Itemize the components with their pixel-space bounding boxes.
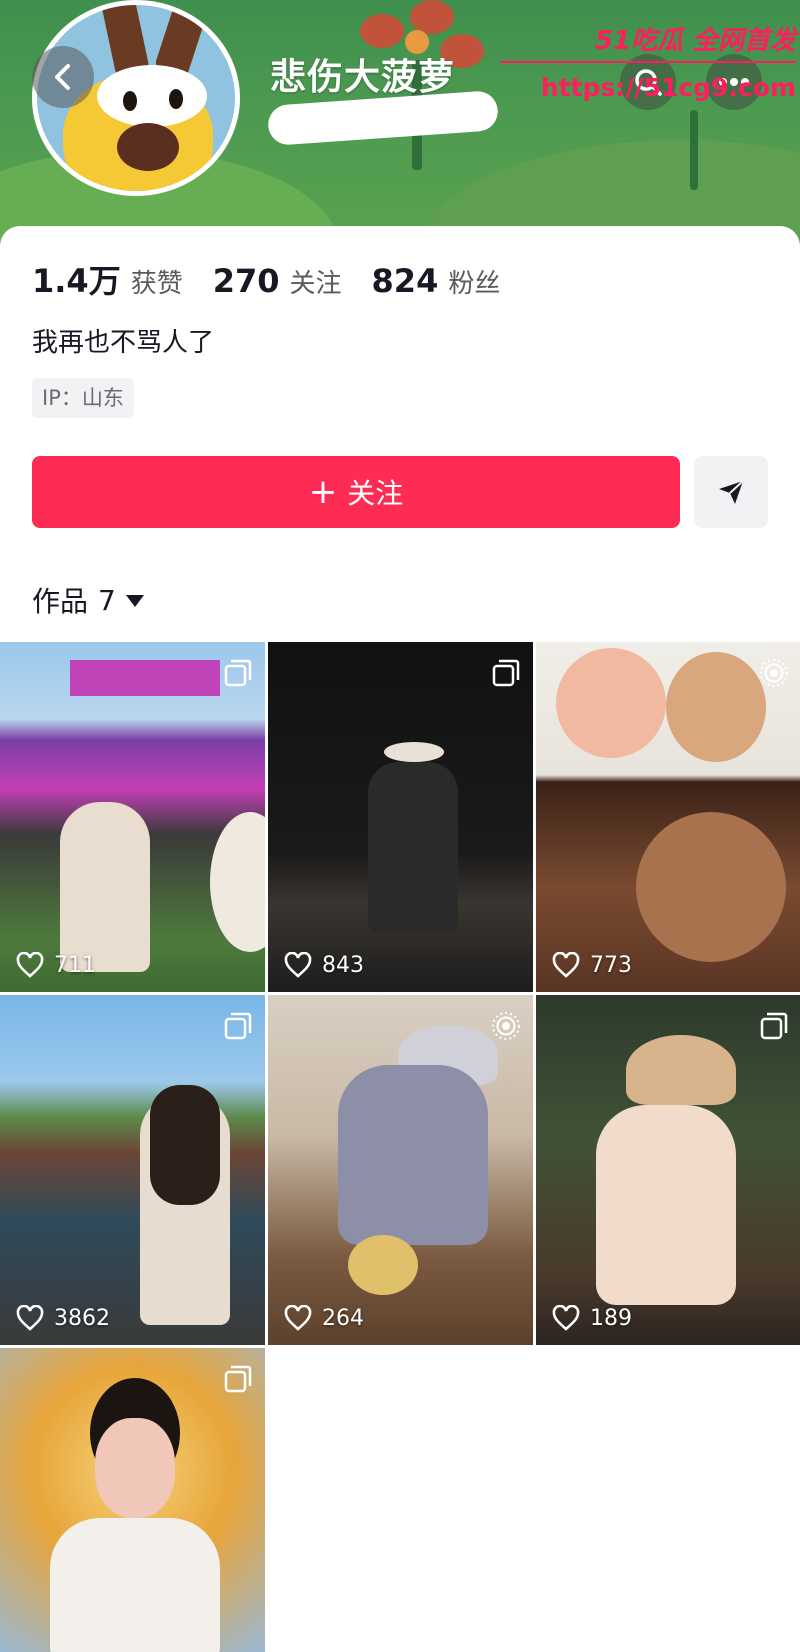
profile-bio: 我再也不骂人了: [32, 328, 215, 358]
carousel-icon: [224, 1012, 252, 1040]
post-likes: 3862: [16, 1305, 110, 1331]
post-likes: 773: [552, 952, 632, 978]
works-count: 7: [98, 583, 116, 617]
share-icon: [719, 480, 744, 504]
heart-icon: [552, 952, 580, 978]
flower-stem: [690, 110, 698, 190]
stat-likes[interactable]: 1.4万 获赞: [32, 256, 183, 302]
post-thumbnail-cap: [626, 1035, 736, 1105]
carousel-icon: [760, 1012, 788, 1040]
avatar-pupil: [123, 91, 137, 111]
flower-petal: [360, 14, 404, 48]
profile-stats: 1.4万 获赞 270 关注 824 粉丝: [32, 256, 500, 302]
carousel-icon: [224, 1365, 252, 1393]
post-likes-count: 711: [54, 952, 96, 978]
stat-label: 粉丝: [448, 269, 501, 299]
post-tile[interactable]: 189: [536, 995, 800, 1345]
live-photo-icon: [492, 1012, 520, 1040]
tab-works[interactable]: 作品 7: [32, 580, 144, 620]
watermark-url: https://51cg9.com: [540, 73, 796, 102]
stat-value: 270: [212, 262, 280, 300]
post-likes: 264: [284, 1305, 364, 1331]
caret-down-icon: [125, 595, 144, 607]
back-icon: [55, 64, 70, 90]
post-tile[interactable]: [0, 1348, 265, 1652]
profile-nickname: 悲伤大菠萝: [270, 57, 456, 98]
stat-following[interactable]: 270 关注: [213, 262, 342, 300]
heart-icon: [284, 952, 312, 978]
post-thumbnail-figure: [596, 1105, 736, 1305]
watermark-title: 51吃瓜 全网首发: [594, 26, 796, 56]
heart-icon: [284, 1305, 312, 1331]
stat-followers[interactable]: 824 粉丝: [372, 262, 501, 300]
carousel-icon: [224, 659, 252, 687]
back-button[interactable]: [32, 46, 94, 108]
stat-value: 1.4万: [32, 262, 121, 300]
post-thumbnail-umbrella: [210, 812, 265, 952]
heart-icon: [16, 1305, 44, 1331]
post-likes: 711: [16, 952, 96, 978]
post-thumbnail-dish: [348, 1235, 418, 1295]
post-thumbnail-figure: [368, 762, 458, 932]
follow-button[interactable]: + 关注: [32, 456, 680, 528]
post-thumbnail-hair: [150, 1085, 220, 1205]
post-thumbnail-cartoon: [556, 648, 666, 758]
post-tile[interactable]: 264: [268, 995, 533, 1345]
post-likes-count: 773: [590, 952, 632, 978]
stat-label: 获赞: [130, 269, 183, 299]
works-tab-label: 作品: [32, 585, 89, 618]
live-photo-icon: [760, 659, 788, 687]
post-tile[interactable]: 711: [0, 642, 265, 992]
post-tile[interactable]: 3862: [0, 995, 265, 1345]
heart-icon: [552, 1305, 580, 1331]
post-thumbnail-cartoon: [666, 652, 766, 762]
avatar-eyes: [97, 65, 207, 127]
post-likes-count: 843: [322, 952, 364, 978]
post-thumbnail-figure: [60, 802, 150, 972]
flower-petal: [410, 0, 454, 34]
post-tile[interactable]: 773: [536, 642, 800, 992]
plus-icon: +: [308, 472, 338, 512]
avatar-nose: [117, 123, 179, 171]
post-likes: 189: [552, 1305, 632, 1331]
post-likes-count: 264: [322, 1305, 364, 1331]
post-likes: 843: [284, 952, 364, 978]
watermark-rule: [500, 61, 796, 63]
heart-icon: [16, 952, 44, 978]
post-thumbnail-hat: [384, 742, 444, 762]
carousel-icon: [492, 659, 520, 687]
post-thumbnail-figure: [338, 1065, 488, 1245]
post-likes-count: 189: [590, 1305, 632, 1331]
stat-label: 关注: [289, 269, 342, 299]
stat-value: 824: [371, 262, 439, 300]
share-button[interactable]: [694, 456, 768, 528]
ip-location-tag: IP：山东: [32, 378, 134, 418]
post-thumbnail-face: [636, 812, 786, 962]
post-likes-count: 3862: [54, 1305, 110, 1331]
site-watermark: 51吃瓜 全网首发 https://51cg9.com: [500, 20, 796, 102]
post-tile[interactable]: 843: [268, 642, 533, 992]
post-thumbnail-stage: [70, 660, 220, 696]
post-thumbnail-figure: [50, 1518, 220, 1652]
post-thumbnail-face: [95, 1418, 175, 1518]
avatar-pupil: [169, 89, 183, 109]
follow-label: 关注: [347, 477, 404, 510]
